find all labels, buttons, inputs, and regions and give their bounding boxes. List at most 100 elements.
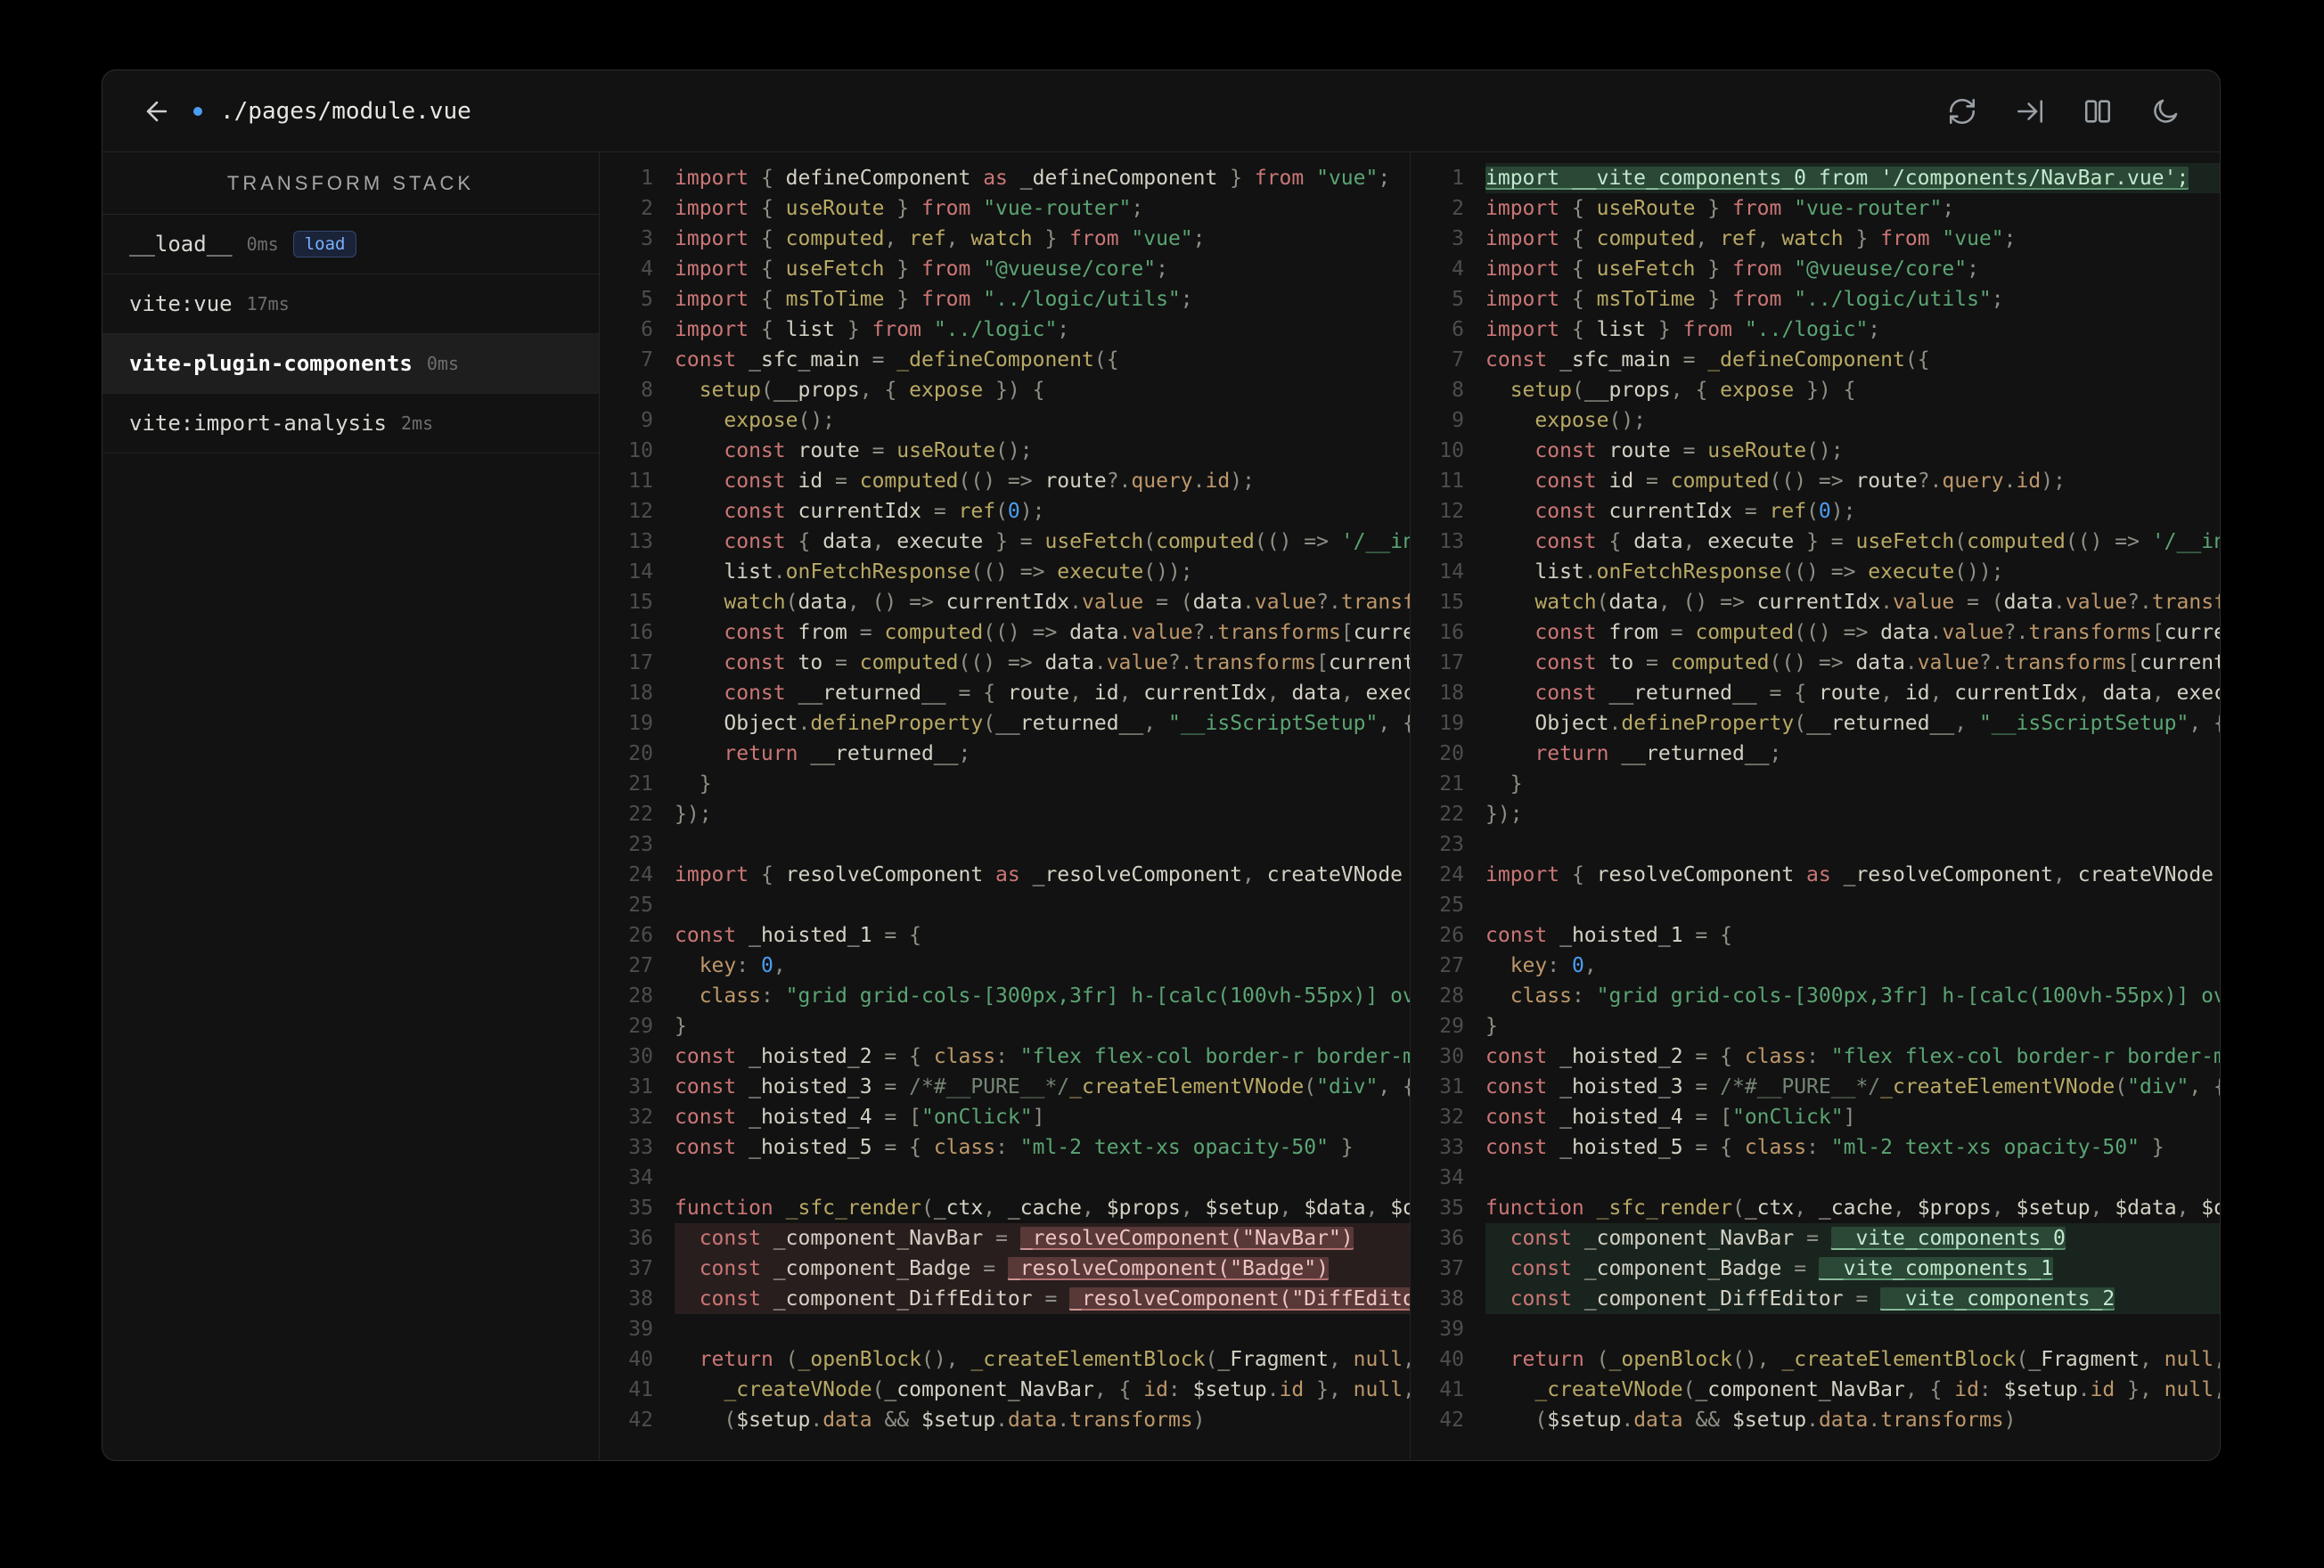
line-number: 38: [1439, 1287, 1464, 1311]
line-number: 16: [628, 621, 653, 644]
code-text: const __returned__ = { route, id, curren…: [724, 682, 1410, 705]
code-text: import { useRoute } from "vue-router";: [1485, 197, 1955, 220]
code-text: function _sfc_render(_ctx, _cache, $prop…: [675, 1196, 1410, 1220]
code-text: _createVNode(_component_NavBar, { id: $s…: [1534, 1378, 2220, 1401]
code-line: 9 expose();: [600, 405, 1410, 436]
code-line: 42 ($setup.data && $setup.data.transform…: [1411, 1405, 2220, 1435]
load-badge: load: [292, 230, 357, 258]
code-text: list.onFetchResponse(() => execute());: [724, 560, 1193, 584]
main-body: TRANSFORM STACK __load__ 0ms load vite:vue 1…: [102, 152, 2220, 1459]
split-mode-button[interactable]: [2083, 96, 2113, 127]
code-text: const _hoisted_2 = { class: "flex flex-c…: [675, 1045, 1410, 1068]
line-number: 6: [1452, 318, 1464, 341]
code-text: import { useRoute } from "vue-router";: [675, 197, 1144, 220]
line-number: 23: [628, 833, 653, 856]
file-indicator-dot: [193, 106, 202, 116]
code-line: 25: [600, 890, 1410, 920]
topbar-actions: [1947, 96, 2181, 127]
line-number: 29: [1439, 1015, 1464, 1038]
code-line: 13 const { data, execute } = useFetch(co…: [600, 527, 1410, 557]
code-text: }: [1485, 1015, 1498, 1038]
line-number: 10: [1439, 439, 1464, 462]
refresh-button[interactable]: [1947, 96, 1977, 127]
code-text: class: "grid grid-cols-[300px,3fr] h-[ca…: [1510, 984, 2220, 1008]
code-line: 35 function _sfc_render(_ctx, _cache, $pr…: [600, 1193, 1410, 1223]
line-number: 31: [1439, 1075, 1464, 1098]
plugin-name: vite:import-analysis: [129, 411, 387, 436]
code-line: 11 const id = computed(() => route?.quer…: [600, 466, 1410, 496]
code-line: 3 import { computed, ref, watch } from "v…: [1411, 224, 2220, 254]
diff-pane-right[interactable]: 1 import __vite_components_0 from '/compo…: [1410, 152, 2220, 1459]
code-text: const _sfc_main = _defineComponent({: [1485, 348, 1930, 372]
code-text: const id = computed(() => route?.query.i…: [1534, 470, 2066, 493]
code-text: import { useFetch } from "@vueuse/core";: [675, 257, 1168, 281]
code-text: import { computed, ref, watch } from "vu…: [1485, 227, 2017, 250]
code-line: 39: [1411, 1314, 2220, 1344]
line-number: 34: [1439, 1166, 1464, 1189]
code-text: Object.defineProperty(__returned__, "__i…: [1534, 712, 2220, 735]
code-line: 12 const currentIdx = ref(0);: [1411, 496, 2220, 527]
line-number: 42: [628, 1409, 653, 1432]
code-line: 26 const _hoisted_1 = {: [600, 920, 1410, 951]
line-number: 23: [1439, 833, 1464, 856]
code-text: const _hoisted_1 = {: [1485, 924, 1732, 947]
code-text: import { list } from "../logic";: [1485, 318, 1881, 341]
code-text: key: 0,: [699, 954, 786, 977]
code-line: 42 ($setup.data && $setup.data.transform…: [600, 1405, 1410, 1435]
code-line: 5 import { msToTime } from "../logic/util…: [600, 284, 1410, 314]
line-number: 5: [1452, 288, 1464, 311]
code-line: 41 _createVNode(_component_NavBar, { id:…: [1411, 1375, 2220, 1405]
line-number: 9: [1452, 409, 1464, 432]
line-number: 40: [1439, 1348, 1464, 1371]
line-number: 26: [1439, 924, 1464, 947]
dark-mode-button[interactable]: [2150, 96, 2181, 127]
line-number: 40: [628, 1348, 653, 1371]
code-line: 14 list.onFetchResponse(() => execute())…: [600, 557, 1410, 587]
code-text: watch(data, () => currentIdx.value = (da…: [724, 591, 1410, 614]
transform-stack-item[interactable]: vite-plugin-components 0ms: [102, 334, 599, 394]
plugin-time: 17ms: [246, 293, 290, 314]
code-line: 30 const _hoisted_2 = { class: "flex flex…: [1411, 1041, 2220, 1072]
code-line: 40 return (_openBlock(), _createElementB…: [600, 1344, 1410, 1375]
code-line: 28 class: "grid grid-cols-[300px,3fr] h-…: [600, 981, 1410, 1011]
line-number: 18: [1439, 682, 1464, 705]
line-number: 25: [1439, 894, 1464, 917]
code-text: const _component_NavBar = _resolveCompon…: [675, 1223, 1410, 1254]
code-line: 32 const _hoisted_4 = ["onClick"]: [600, 1102, 1410, 1132]
transform-stack-item[interactable]: __load__ 0ms load: [102, 215, 599, 274]
sidebar-header: TRANSFORM STACK: [102, 152, 599, 215]
diff-pane-left[interactable]: 1 import { defineComponent as _defineComp…: [600, 152, 1410, 1459]
transform-stack-item[interactable]: vite:vue 17ms: [102, 274, 599, 334]
line-number: 22: [628, 803, 653, 826]
code-line: 20 return __returned__;: [1411, 739, 2220, 769]
line-number: 25: [628, 894, 653, 917]
code-line: 14 list.onFetchResponse(() => execute())…: [1411, 557, 2220, 587]
code-line: 12 const currentIdx = ref(0);: [600, 496, 1410, 527]
code-text: const to = computed(() => data.value?.tr…: [724, 651, 1410, 674]
transform-stack-item[interactable]: vite:import-analysis 2ms: [102, 394, 599, 453]
code-line: 35 function _sfc_render(_ctx, _cache, $pr…: [1411, 1193, 2220, 1223]
code-line: 31 const _hoisted_3 = /*#__PURE__*/_creat…: [1411, 1072, 2220, 1102]
code-line: 34: [600, 1163, 1410, 1193]
line-number: 14: [1439, 560, 1464, 584]
inline-mode-button[interactable]: [2015, 96, 2045, 127]
code-line: 9 expose();: [1411, 405, 2220, 436]
code-line: 3 import { computed, ref, watch } from "v…: [600, 224, 1410, 254]
code-line: 32 const _hoisted_4 = ["onClick"]: [1411, 1102, 2220, 1132]
line-number: 12: [1439, 500, 1464, 523]
line-number: 37: [1439, 1257, 1464, 1280]
transform-stack-sidebar: TRANSFORM STACK __load__ 0ms load vite:vue 1…: [102, 152, 600, 1459]
code-line: 6 import { list } from "../logic";: [1411, 314, 2220, 345]
code-text: const _hoisted_3 = /*#__PURE__*/_createE…: [675, 1075, 1410, 1098]
line-number: 3: [1452, 227, 1464, 250]
code-text: import __vite_components_0 from '/compon…: [1485, 163, 2220, 193]
moon-icon: [2154, 99, 2178, 123]
code-text: import { useFetch } from "@vueuse/core";: [1485, 257, 1979, 281]
line-number: 17: [1439, 651, 1464, 674]
line-number: 19: [628, 712, 653, 735]
back-button[interactable]: [142, 96, 172, 127]
